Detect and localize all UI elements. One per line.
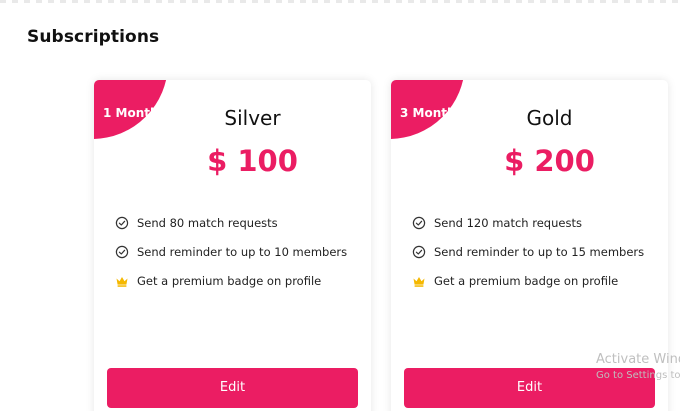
feature-item: Send 120 match requests — [412, 208, 658, 237]
feature-text: Send reminder to up to 15 members — [434, 244, 645, 259]
plan-price: $ 200 — [504, 144, 595, 178]
edit-button[interactable]: Edit — [107, 368, 358, 408]
check-circle-icon — [412, 245, 426, 259]
plan-price: $ 100 — [207, 144, 298, 178]
activation-watermark: Activate Wind Go to Settings to — [596, 352, 680, 381]
check-circle-icon — [115, 216, 129, 230]
crown-icon — [412, 274, 426, 288]
plan-name: Gold — [526, 106, 573, 130]
feature-list: Send 120 match requests Send reminder to… — [412, 208, 658, 295]
check-circle-icon — [115, 245, 129, 259]
page-title: Subscriptions — [27, 27, 160, 47]
feature-text: Get a premium badge on profile — [434, 273, 619, 288]
feature-text: Send 80 match requests — [137, 215, 278, 230]
feature-item: Send reminder to up to 10 members — [115, 237, 361, 266]
top-divider — [0, 0, 680, 3]
feature-item: Get a premium badge on profile — [412, 266, 658, 295]
plan-card-silver: 1 Month Silver $ 100 Send 80 match reque… — [94, 80, 371, 411]
watermark-line-2: Go to Settings to — [596, 370, 680, 381]
feature-item: Send reminder to up to 15 members — [412, 237, 658, 266]
feature-item: Get a premium badge on profile — [115, 266, 361, 295]
crown-icon — [115, 274, 129, 288]
feature-text: Get a premium badge on profile — [137, 273, 322, 288]
feature-item: Send 80 match requests — [115, 208, 361, 237]
subscriptions-page: Subscriptions 1 Month Silver $ 100 Send … — [0, 0, 680, 411]
check-circle-icon — [412, 216, 426, 230]
watermark-line-1: Activate Wind — [596, 352, 680, 367]
feature-text: Send 120 match requests — [434, 215, 582, 230]
feature-list: Send 80 match requests Send reminder to … — [115, 208, 361, 295]
feature-text: Send reminder to up to 10 members — [137, 244, 348, 259]
plan-name: Silver — [224, 106, 281, 130]
